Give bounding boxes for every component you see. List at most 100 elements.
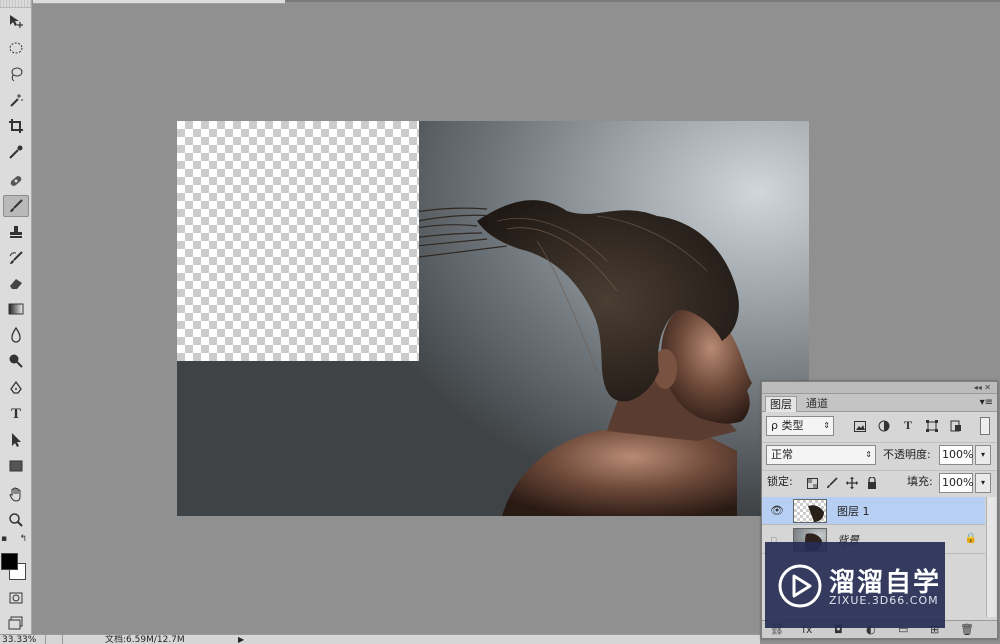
status-bar: 33.33% 文档:6.59M/12.7M ▶ (0, 634, 760, 644)
zoom-icon (9, 513, 23, 527)
rectangle-shape-icon (9, 460, 23, 472)
hand-tool[interactable] (3, 483, 29, 505)
blend-opacity-row: 正常 ⇕ 不透明度: 100% ▾ (762, 442, 997, 466)
healing-brush-icon (10, 176, 22, 186)
foreground-color-swatch[interactable] (1, 553, 18, 570)
eyedropper-icon (9, 145, 23, 159)
marquee-tool[interactable] (3, 37, 29, 59)
lasso-icon (11, 67, 23, 82)
move-icon (10, 15, 23, 28)
layer-name: 图层 1 (837, 505, 870, 518)
quick-mask-icon (9, 592, 23, 604)
blend-mode-value: 正常 (771, 448, 793, 461)
history-brush-icon (9, 251, 23, 264)
magic-wand-tool[interactable] (3, 89, 29, 111)
lock-icon: 🔒 (964, 533, 977, 544)
transparent-area (177, 121, 419, 361)
brush-tool[interactable] (3, 195, 29, 217)
panel-title-bar[interactable]: ◂◂ ✕ (762, 382, 997, 394)
filter-type-label: 类型 (781, 419, 804, 432)
document-tab-edge (285, 0, 1000, 2)
swap-colors-icon: ↰ (19, 534, 27, 544)
delete-layer-icon[interactable]: 🗑 (960, 623, 974, 636)
shape-tool[interactable] (3, 455, 29, 477)
ellipse-marquee-icon (9, 42, 23, 54)
layer-row-layer1[interactable]: 👁 图层 1 (762, 497, 985, 525)
path-selection-tool[interactable] (3, 429, 29, 451)
pen-icon (10, 381, 22, 394)
fill-label: 填充: (907, 475, 933, 488)
dodge-tool[interactable] (3, 350, 29, 372)
gradient-tool[interactable] (3, 298, 29, 320)
filter-adjustment-icon[interactable] (876, 418, 892, 434)
opacity-slider-button[interactable]: ▾ (975, 445, 991, 465)
zoom-tool[interactable] (3, 509, 29, 531)
default-colors-swap[interactable]: ▪ ↰ (1, 532, 29, 546)
pen-tool[interactable] (3, 378, 29, 400)
filter-smart-object-icon[interactable] (948, 418, 964, 434)
play-logo-icon (778, 564, 822, 608)
magic-wand-icon (10, 94, 23, 107)
default-colors-icon: ▪ (1, 534, 8, 544)
hand-icon (9, 487, 21, 502)
watermark-overlay: 溜溜自学 ZIXUE.3D66.COM (765, 542, 945, 628)
chevron-updown-icon: ⇕ (865, 450, 872, 459)
eye-icon[interactable]: 👁 (770, 504, 784, 517)
watermark-url: ZIXUE.3D66.COM (829, 594, 939, 607)
crop-tool[interactable] (3, 115, 29, 137)
fill-input[interactable]: 100% (939, 473, 973, 493)
options-bar-edge (33, 0, 285, 4)
tools-panel: T ▪ ↰ (0, 0, 32, 644)
collapse-panel-icon[interactable]: ◂◂ ✕ (974, 383, 991, 392)
clone-stamp-tool[interactable] (3, 221, 29, 243)
lock-all-icon[interactable] (864, 475, 880, 491)
eraser-tool[interactable] (3, 272, 29, 294)
filter-shape-icon[interactable] (924, 418, 940, 434)
eraser-icon (10, 279, 22, 289)
type-tool[interactable]: T (3, 403, 29, 425)
opacity-input[interactable]: 100% (939, 445, 973, 465)
document-canvas[interactable] (177, 121, 809, 516)
lock-fill-row: 锁定: 填充: 100% ▾ (762, 470, 997, 494)
quick-mask-button[interactable] (3, 587, 29, 609)
panel-menu-icon[interactable]: ▾≡ (980, 397, 993, 408)
tab-channels[interactable]: 通道 (802, 396, 832, 412)
screen-mode-button[interactable] (3, 612, 29, 634)
layer-thumbnail (793, 499, 827, 523)
opacity-label: 不透明度: (883, 448, 931, 461)
filter-toggle-switch[interactable] (980, 417, 990, 435)
fill-slider-button[interactable]: ▾ (975, 473, 991, 493)
filter-type-dropdown[interactable]: ρ 类型 ⇕ (766, 416, 834, 436)
healing-brush-tool[interactable] (3, 170, 29, 192)
screen-mode-icon (8, 616, 23, 630)
layer-filter-row: ρ 类型 ⇕ T (762, 415, 997, 439)
search-icon: ρ (771, 419, 778, 432)
status-menu-arrow[interactable]: ▶ (238, 635, 244, 644)
eyedropper-tool[interactable] (3, 141, 29, 163)
filter-type-icon[interactable]: T (900, 417, 916, 433)
toolbar-grip[interactable] (0, 0, 31, 8)
document-info: 文档:6.59M/12.7M (105, 635, 185, 644)
history-brush-tool[interactable] (3, 247, 29, 269)
move-tool[interactable] (3, 10, 29, 32)
tab-layers[interactable]: 图层 (765, 396, 797, 412)
zoom-level[interactable]: 33.33% (2, 635, 36, 644)
type-icon: T (10, 405, 21, 422)
lock-transparent-icon[interactable] (804, 475, 820, 491)
gradient-icon (8, 303, 24, 315)
tab-channels-label: 通道 (806, 397, 828, 410)
blend-mode-dropdown[interactable]: 正常 ⇕ (766, 445, 876, 465)
lasso-tool[interactable] (3, 63, 29, 85)
path-selection-icon (12, 433, 21, 447)
blur-icon (11, 327, 21, 343)
blur-tool[interactable] (3, 324, 29, 346)
crop-icon (9, 119, 23, 133)
tab-layers-label: 图层 (770, 398, 792, 411)
filter-pixel-icon[interactable] (852, 418, 868, 434)
chevron-updown-icon: ⇕ (823, 421, 830, 430)
lock-pixels-icon[interactable] (824, 475, 840, 491)
clone-stamp-icon (10, 226, 22, 238)
lock-position-icon[interactable] (844, 475, 860, 491)
layers-scrollbar[interactable] (986, 497, 996, 617)
status-divider (45, 635, 63, 644)
